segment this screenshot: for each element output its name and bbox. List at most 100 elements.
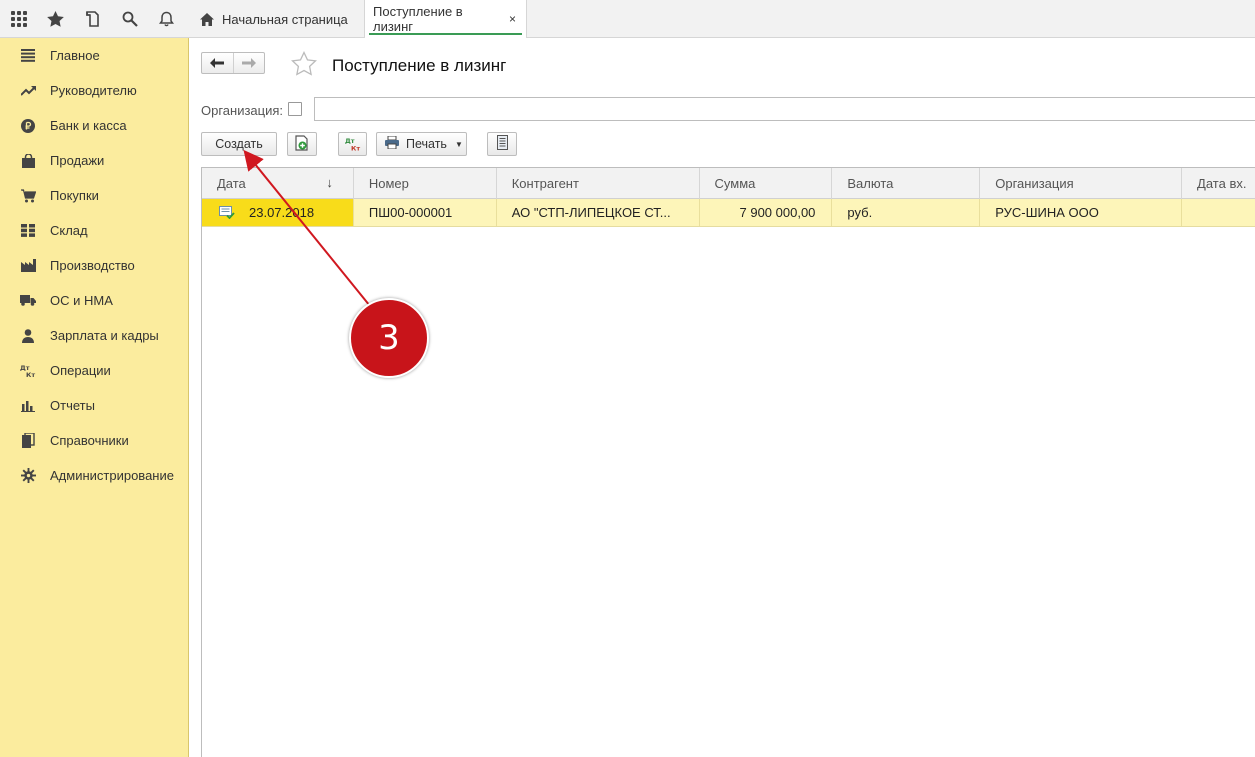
gear-icon	[20, 468, 36, 484]
sidebar-item-production[interactable]: Производство	[0, 248, 188, 283]
print-button[interactable]: Печать ▼	[376, 132, 467, 156]
sidebar-item-administration[interactable]: Администрирование	[0, 458, 188, 493]
factory-icon	[20, 258, 36, 274]
cell-organization[interactable]: РУС-ШИНА ООО	[980, 199, 1183, 226]
close-icon[interactable]: ×	[509, 12, 516, 26]
print-button-label: Печать	[406, 137, 447, 151]
column-header-date[interactable]: Дата ↓	[202, 168, 354, 199]
sidebar-item-bank[interactable]: Банк и касса	[0, 108, 188, 143]
column-header-label: Дата	[217, 176, 246, 191]
sidebar-item-label: ОС и НМА	[50, 293, 113, 308]
tab-home-label: Начальная страница	[222, 11, 348, 27]
column-header-amount[interactable]: Сумма	[700, 168, 833, 199]
page-title: Поступление в лизинг	[332, 56, 507, 75]
document-list-icon	[496, 135, 508, 153]
cell-number[interactable]: ПШ00-000001	[354, 199, 497, 226]
top-icons	[0, 0, 190, 38]
column-header-counterparty[interactable]: Контрагент	[497, 168, 700, 199]
organization-checkbox[interactable]	[288, 102, 302, 116]
books-icon	[20, 433, 36, 449]
top-bar: Начальная страница Поступление в лизинг …	[0, 0, 1255, 38]
trend-chart-icon	[20, 83, 36, 99]
person-icon	[20, 328, 36, 344]
arrow-left-icon	[210, 56, 225, 71]
tab-leasing-receipt[interactable]: Поступление в лизинг ×	[365, 0, 527, 38]
sidebar-item-label: Администрирование	[50, 468, 174, 483]
sidebar-item-label: Справочники	[50, 433, 129, 448]
dt-kt-icon: ДтКт	[345, 137, 360, 152]
forward-button[interactable]	[232, 53, 264, 73]
dt-kt-button[interactable]: Дт Кт	[338, 132, 367, 156]
column-header-organization[interactable]: Организация	[980, 168, 1183, 199]
history-icon[interactable]	[74, 0, 111, 38]
documents-table: Дата ↓ Номер Контрагент Сумма Валюта Орг…	[201, 167, 1255, 757]
sidebar-item-label: Покупки	[50, 188, 99, 203]
sidebar-item-label: Операции	[50, 363, 111, 378]
menu-lines-icon	[20, 48, 36, 64]
sidebar-item-label: Руководителю	[50, 83, 137, 98]
step-number-badge: 3	[349, 298, 429, 378]
sidebar-item-label: Отчеты	[50, 398, 95, 413]
organization-label: Организация:	[201, 103, 284, 118]
arrow-right-icon	[241, 56, 256, 71]
table-row[interactable]: 23.07.2018 ПШ00-000001 АО "СТП-ЛИПЕЦКОЕ …	[202, 199, 1255, 227]
list-settings-button[interactable]	[487, 132, 517, 156]
apps-grid-icon[interactable]	[0, 0, 37, 38]
sidebar-item-purchases[interactable]: Покупки	[0, 178, 188, 213]
shopping-bag-icon	[20, 153, 36, 169]
back-button[interactable]	[202, 53, 233, 73]
cell-amount[interactable]: 7 900 000,00	[700, 199, 833, 226]
nav-buttons	[201, 52, 265, 74]
cart-icon	[20, 188, 36, 204]
notifications-bell-icon[interactable]	[148, 0, 185, 38]
home-icon	[200, 12, 214, 26]
favorite-star-icon[interactable]	[291, 50, 317, 79]
sidebar-item-operations[interactable]: Дт Кт Операции	[0, 353, 188, 388]
sidebar-item-label: Банк и касса	[50, 118, 127, 133]
cell-incoming-date[interactable]	[1182, 199, 1255, 226]
tab-home[interactable]: Начальная страница	[190, 0, 365, 38]
chevron-down-icon: ▼	[454, 139, 463, 149]
sidebar-item-manager[interactable]: Руководителю	[0, 73, 188, 108]
sidebar-item-main[interactable]: Главное	[0, 38, 188, 73]
sidebar-item-label: Продажи	[50, 153, 105, 168]
warehouse-grid-icon	[20, 223, 36, 239]
ruble-coin-icon	[20, 118, 36, 134]
cell-date-value: 23.07.2018	[249, 205, 315, 220]
dt-kt-icon: ДтКт	[20, 363, 36, 379]
truck-icon	[20, 293, 36, 309]
search-icon[interactable]	[111, 0, 148, 38]
tab-leasing-receipt-label: Поступление в лизинг	[373, 4, 463, 34]
sidebar-item-fixed-assets[interactable]: ОС и НМА	[0, 283, 188, 318]
sidebar-item-label: Склад	[50, 223, 88, 238]
sidebar-item-label: Зарплата и кадры	[50, 328, 159, 343]
tab-bar: Начальная страница Поступление в лизинг …	[190, 0, 527, 38]
column-header-incoming-date[interactable]: Дата вх.	[1182, 168, 1255, 199]
sidebar-item-reports[interactable]: Отчеты	[0, 388, 188, 423]
svg-text:Кт: Кт	[351, 144, 360, 152]
cell-counterparty[interactable]: АО "СТП-ЛИПЕЦКОЕ СТ...	[497, 199, 700, 226]
favorites-star-icon[interactable]	[37, 0, 74, 38]
sort-down-arrow-icon: ↓	[326, 175, 333, 190]
sidebar-item-sales[interactable]: Продажи	[0, 143, 188, 178]
create-button[interactable]: Создать	[201, 132, 277, 156]
bar-chart-icon	[20, 398, 36, 414]
printer-icon	[385, 135, 399, 152]
sidebar: Главное Руководителю Банк и касса Продаж…	[0, 38, 189, 757]
sidebar-item-warehouse[interactable]: Склад	[0, 213, 188, 248]
column-header-currency[interactable]: Валюта	[832, 168, 981, 199]
add-document-icon	[295, 134, 309, 154]
main-area: Поступление в лизинг Организация: Создат…	[189, 38, 1255, 757]
organization-field[interactable]	[314, 97, 1255, 121]
column-header-number[interactable]: Номер	[354, 168, 497, 199]
posted-document-icon	[219, 206, 235, 219]
table-header: Дата ↓ Номер Контрагент Сумма Валюта Орг…	[202, 168, 1255, 199]
sidebar-item-label: Главное	[50, 48, 100, 63]
cell-date[interactable]: 23.07.2018	[202, 199, 354, 226]
create-copy-button[interactable]	[287, 132, 317, 156]
sidebar-item-label: Производство	[50, 258, 135, 273]
svg-text:Кт: Кт	[26, 371, 35, 378]
sidebar-item-salary[interactable]: Зарплата и кадры	[0, 318, 188, 353]
sidebar-item-catalogs[interactable]: Справочники	[0, 423, 188, 458]
cell-currency[interactable]: руб.	[832, 199, 981, 226]
